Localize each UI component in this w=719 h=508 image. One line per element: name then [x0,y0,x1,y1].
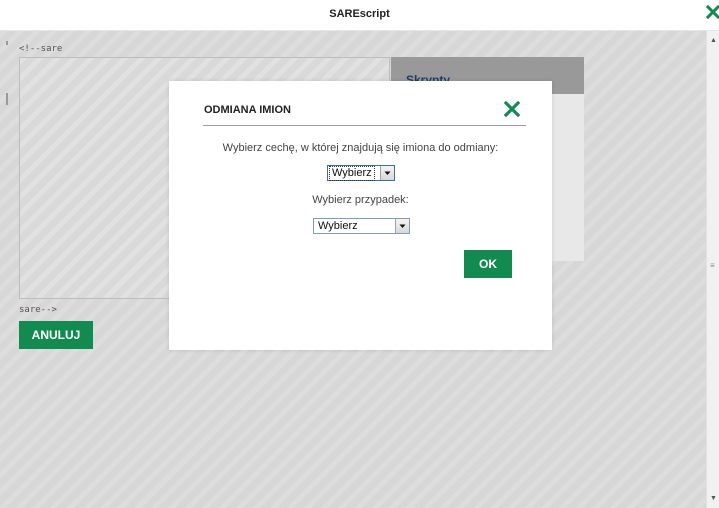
ok-button[interactable]: OK [464,250,512,278]
scroll-grip-icon[interactable]: ≡ [710,261,715,270]
vertical-scrollbar[interactable]: ▲ ≡ ▼ [706,31,719,508]
name-declension-dialog: ODMIANA IMION Wybierz cechę, w której zn… [169,81,552,350]
cancel-button[interactable]: ANULUJ [19,321,93,349]
chevron-down-icon[interactable] [380,166,394,180]
feature-select[interactable]: Wybierz [327,165,395,181]
dialog-divider [203,125,526,126]
case-select[interactable]: Wybierz [313,218,410,234]
case-prompt: Wybierz przypadek: [312,194,409,206]
window-close-icon[interactable] [705,4,719,24]
left-edge-marker [6,41,8,45]
window-title: SAREscript [329,8,390,20]
feature-prompt: Wybierz cechę, w której znajdują się imi… [222,142,499,154]
close-icon[interactable] [503,100,521,118]
scroll-down-arrow-icon[interactable]: ▼ [710,495,717,502]
title-bar: SAREscript [0,0,719,31]
scroll-up-arrow-icon[interactable]: ▲ [710,37,717,44]
app-window: SAREscript <!--sare Skrypty sare--> ANUL… [0,0,719,508]
dialog-title: ODMIANA IMION [204,104,291,116]
left-edge-marker [6,93,8,105]
feature-select-value: Wybierz [329,166,375,181]
chevron-down-icon[interactable] [395,219,409,233]
case-select-value: Wybierz [318,220,358,232]
comment-open: <!--sare [19,44,63,54]
comment-close: sare--> [19,305,57,315]
